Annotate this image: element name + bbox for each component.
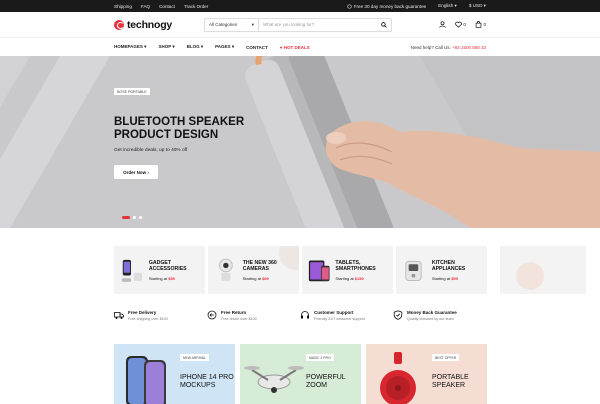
cart-button[interactable]: 0 [475,21,486,28]
feature-list: Free Delivery Free shipping over $100 Fre… [114,310,486,321]
logo[interactable]: technogy [114,19,202,31]
drone-image [244,366,304,393]
search-icon [381,21,387,28]
slider-dot-1[interactable] [122,216,130,219]
hero-title: BLUETOOTH SPEAKER PRODUCT DESIGN [114,116,245,141]
user-icon [439,21,446,28]
category-card-cameras[interactable]: THE NEW 360 CAMERAS Starting at $99 [208,246,299,294]
nav-item-hot-deals[interactable]: ● HOT DEALS [280,45,310,50]
promo-card-drone[interactable]: MAVIC 2 PRO POWERFUL ZOOM [240,344,361,404]
phone-image [126,356,166,404]
category-title: GADGET ACCESSORIES [148,259,187,272]
hero-subtitle: Get incredible deals, up to 40% off [114,148,188,153]
truck-icon [114,312,124,319]
tablet-icon [308,260,330,282]
category-price: $99 [451,275,458,281]
hero-badge: BOSE PORTABLE [114,88,150,95]
promo-title: POWERFUL ZOOM [306,374,346,389]
category-price: $150 [354,275,364,281]
top-link-shipping[interactable]: Shipping [114,4,132,9]
search-button[interactable] [377,19,391,31]
refresh-icon [347,3,352,9]
category-card-tablets[interactable]: TABLETS, SMARTPHONES Starting at $150 [302,246,393,294]
account-button[interactable] [439,21,446,28]
arrow-right-icon: › [147,169,149,175]
top-links: Shipping FAQ Contact Track Order [114,4,208,9]
heart-icon [455,21,462,28]
cart-count: 0 [483,22,486,27]
search-category-select[interactable]: All Categories ▾ [205,18,259,31]
nav-item-blog[interactable]: BLOG ▾ [187,44,204,50]
promo-title: PORTABLE SPEAKER [432,374,469,389]
category-card-kitchen[interactable]: KITCHEN APPLIANCES Starting at $99 [396,246,487,294]
category-price: $99 [262,275,269,281]
promo-tag: NEW ARRIVAL [180,354,209,361]
nav-item-shop[interactable]: SHOP ▾ [158,44,174,50]
wishlist-count: 0 [463,22,466,27]
kitchen-icon [405,260,422,281]
language-select[interactable]: English ▾ [438,3,457,9]
logo-mark-icon [114,19,124,30]
help-line: Need help? Call Us: +84 2500 888 33 [410,44,486,50]
camera-icon [219,258,233,281]
feature-customer-support: Customer Support Friendly 24/7 customer s… [300,310,393,321]
promo-banners: NEW ARRIVAL IPHONE 14 PRO MOCKUPS MAVIC … [114,344,487,404]
help-phone[interactable]: +84 2500 888 33 [452,45,486,50]
fire-icon: ● [279,44,283,50]
category-title: TABLETS, SMARTPHONES [335,259,376,272]
hero-banner: BOSE PORTABLE BLUETOOTH SPEAKER PRODUCT … [0,56,600,228]
promo-title: IPHONE 14 PRO MOCKUPS [180,374,234,389]
wishlist-button[interactable]: 0 [455,21,466,28]
top-bar: Shipping FAQ Contact Track Order Free 30… [0,0,600,12]
promo-tag: BEST OFFER [432,354,460,361]
main-nav: HOMEPAGES ▾ SHOP ▾ BLOG ▾ PAGES ▾ CONTAC… [0,38,600,56]
guarantee-notice: Free 30 day money back guarantee [347,3,426,9]
top-link-faq[interactable]: FAQ [141,4,150,9]
search-bar: All Categories ▾ What are you looking fo… [204,17,392,32]
promo-tag: MAVIC 2 PRO [306,354,334,361]
shield-check-icon [393,310,403,320]
feature-free-delivery: Free Delivery Free shipping over $100 [114,310,207,321]
top-link-track-order[interactable]: Track Order [184,4,208,9]
nav-item-contact[interactable]: CONTACT [246,45,268,50]
nav-item-pages[interactable]: PAGES ▾ [215,44,234,50]
category-card-partial[interactable] [500,246,586,294]
category-cards: GADGET ACCESSORIES Starting at $59 THE N… [114,246,487,294]
currency-select[interactable]: $ USD ▾ [469,3,486,9]
slider-dots [122,216,142,219]
category-card-gadgets[interactable]: GADGET ACCESSORIES Starting at $59 [114,246,205,294]
order-now-button[interactable]: Order Now › [114,165,158,179]
gadget-icon [121,259,143,282]
search-input[interactable]: What are you looking for? [259,22,377,27]
promo-card-speaker[interactable]: BEST OFFER PORTABLE SPEAKER [366,344,487,404]
category-price: $59 [168,275,175,281]
hero-image [0,56,600,228]
feature-free-return: Free Return Free return over $100 [207,310,300,321]
feature-money-back: Money Back Guarantee Quality checked by o… [393,310,486,321]
top-link-contact[interactable]: Contact [159,4,175,9]
slider-dot-3[interactable] [139,216,142,219]
category-title: KITCHEN APPLIANCES [431,259,466,272]
nav-item-homepages[interactable]: HOMEPAGES ▾ [114,44,146,50]
return-icon [207,310,217,320]
slider-dot-2[interactable] [133,216,136,219]
main-header: technogy All Categories ▾ What are you l… [0,12,600,38]
chevron-down-icon: ▾ [251,21,254,27]
bag-icon [475,21,482,28]
logo-text: technogy [127,18,173,31]
speaker-image [380,352,416,404]
headset-icon [301,311,309,319]
promo-card-iphone[interactable]: NEW ARRIVAL IPHONE 14 PRO MOCKUPS [114,344,235,404]
